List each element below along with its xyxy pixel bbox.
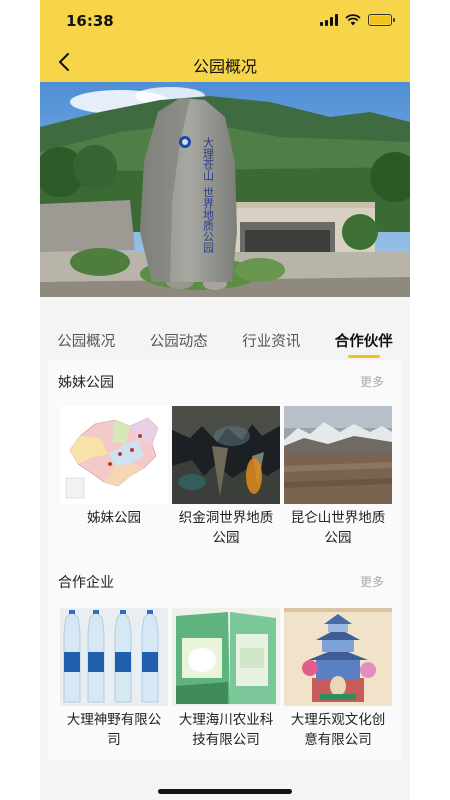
partners-header: 合作企业 更多	[58, 572, 392, 594]
geopark-stone-photo: 大理苍山 世界地质公园	[40, 82, 410, 297]
tab-industry-news[interactable]: 行业资讯	[225, 318, 318, 360]
battery-icon	[368, 14, 395, 26]
more-link[interactable]: 更多	[360, 373, 384, 390]
partners-grid: 大理神野有限公司 大理海川农业科技有限公司 大理乐观文化创意有限公司	[60, 608, 392, 750]
sister-parks-header: 姊妹公园 更多	[58, 372, 392, 394]
list-item[interactable]: 织金洞世界地质公园	[172, 406, 280, 548]
list-item[interactable]: 大理海川农业科技有限公司	[172, 608, 280, 750]
tab-park-overview[interactable]: 公园概况	[40, 318, 133, 360]
item-label: 昆仑山世界地质公园	[290, 510, 386, 546]
partners-content: 姊妹公园 更多 姊妹公园 织金洞世界地质公园 昆仑山世界地质公园 合作企业 更多…	[48, 360, 402, 760]
tab-park-news[interactable]: 公园动态	[133, 318, 226, 360]
item-label: 姊妹公园	[87, 510, 141, 526]
section-title: 合作企业	[58, 575, 114, 591]
svg-text:世界地质公园: 世界地质公园	[202, 187, 215, 254]
tower-model-thumbnail	[284, 608, 392, 706]
item-label: 大理乐观文化创意有限公司	[290, 712, 386, 748]
page-title: 公园概况	[192, 57, 257, 76]
home-indicator[interactable]	[158, 789, 292, 794]
water-bottles-thumbnail	[60, 608, 168, 706]
hero-image: 大理苍山 世界地质公园	[40, 82, 410, 297]
china-map-thumbnail	[60, 406, 168, 504]
mountain-thumbnail	[284, 406, 392, 504]
item-label: 大理海川农业科技有限公司	[178, 712, 274, 748]
list-item[interactable]: 大理乐观文化创意有限公司	[284, 608, 392, 750]
app-screen: 16:38 公园概况 大理苍山 世界地质公园 公园概况 公园动态 行业资讯 合作…	[40, 0, 410, 800]
cellular-signal-icon	[320, 14, 338, 26]
stone-inscription: 大理苍山	[202, 136, 215, 181]
status-icons	[320, 14, 395, 26]
list-item[interactable]: 大理神野有限公司	[60, 608, 168, 750]
section-title: 姊妹公园	[58, 375, 114, 391]
wifi-icon	[345, 14, 361, 26]
list-item[interactable]: 姊妹公园	[60, 406, 168, 548]
rice-packaging-thumbnail	[172, 608, 280, 706]
item-label: 大理神野有限公司	[66, 712, 162, 748]
more-link[interactable]: 更多	[360, 573, 384, 590]
list-item[interactable]: 昆仑山世界地质公园	[284, 406, 392, 548]
status-time: 16:38	[66, 12, 114, 30]
category-tabs: 公园概况 公园动态 行业资讯 合作伙伴	[40, 318, 410, 360]
top-bar: 16:38 公园概况	[40, 0, 410, 82]
cave-thumbnail	[172, 406, 280, 504]
tab-partners[interactable]: 合作伙伴	[318, 318, 411, 360]
sister-parks-grid: 姊妹公园 织金洞世界地质公园 昆仑山世界地质公园	[60, 406, 392, 548]
item-label: 织金洞世界地质公园	[178, 510, 274, 546]
